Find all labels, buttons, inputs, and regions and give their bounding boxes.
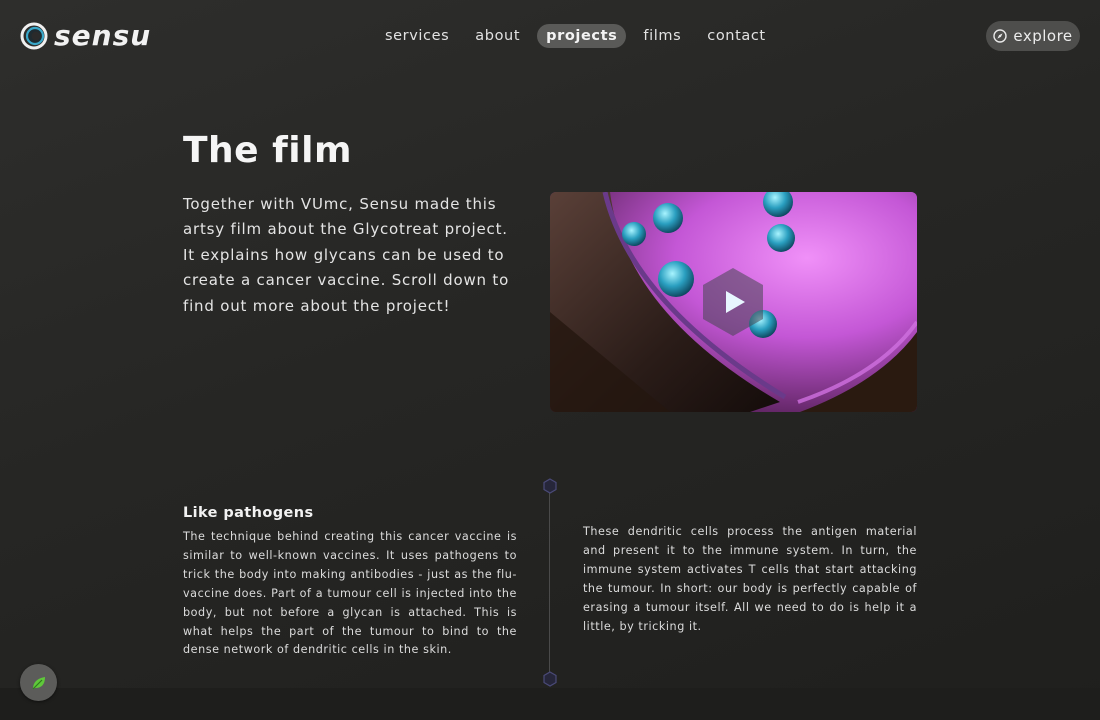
explore-label: explore bbox=[1013, 27, 1073, 45]
leaf-icon bbox=[32, 676, 45, 689]
logo-ring-icon bbox=[20, 22, 48, 50]
explore-button[interactable]: explore bbox=[986, 21, 1080, 51]
nav-item-films[interactable]: films bbox=[634, 24, 690, 48]
logo-text: sensu bbox=[54, 19, 152, 52]
site-header: sensu services about projects films cont… bbox=[0, 0, 1100, 72]
logo[interactable]: sensu bbox=[20, 22, 151, 50]
nav-item-services[interactable]: services bbox=[376, 24, 458, 48]
bottom-strip bbox=[0, 688, 1100, 720]
pathogens-right-paragraph: These dendritic cells process the antige… bbox=[583, 525, 917, 633]
leaf-button[interactable] bbox=[20, 664, 57, 701]
film-intro: Together with VUmc, Sensu made this arts… bbox=[183, 195, 510, 315]
film-title: The film bbox=[183, 130, 352, 171]
hexagon-marker-top-icon bbox=[543, 478, 557, 494]
compass-icon bbox=[993, 29, 1008, 43]
main-nav: services about projects films contact bbox=[376, 24, 775, 48]
video-player[interactable] bbox=[550, 192, 917, 412]
timeline-divider bbox=[549, 492, 550, 672]
hexagon-marker-bottom-icon bbox=[543, 671, 557, 687]
section-heading: Like pathogens bbox=[183, 505, 314, 521]
nav-item-contact[interactable]: contact bbox=[698, 24, 774, 48]
nav-item-about[interactable]: about bbox=[466, 24, 529, 48]
play-icon[interactable] bbox=[699, 266, 767, 338]
pathogens-left-paragraph: The technique behind creating this cance… bbox=[183, 530, 517, 657]
nav-item-projects[interactable]: projects bbox=[537, 24, 627, 48]
